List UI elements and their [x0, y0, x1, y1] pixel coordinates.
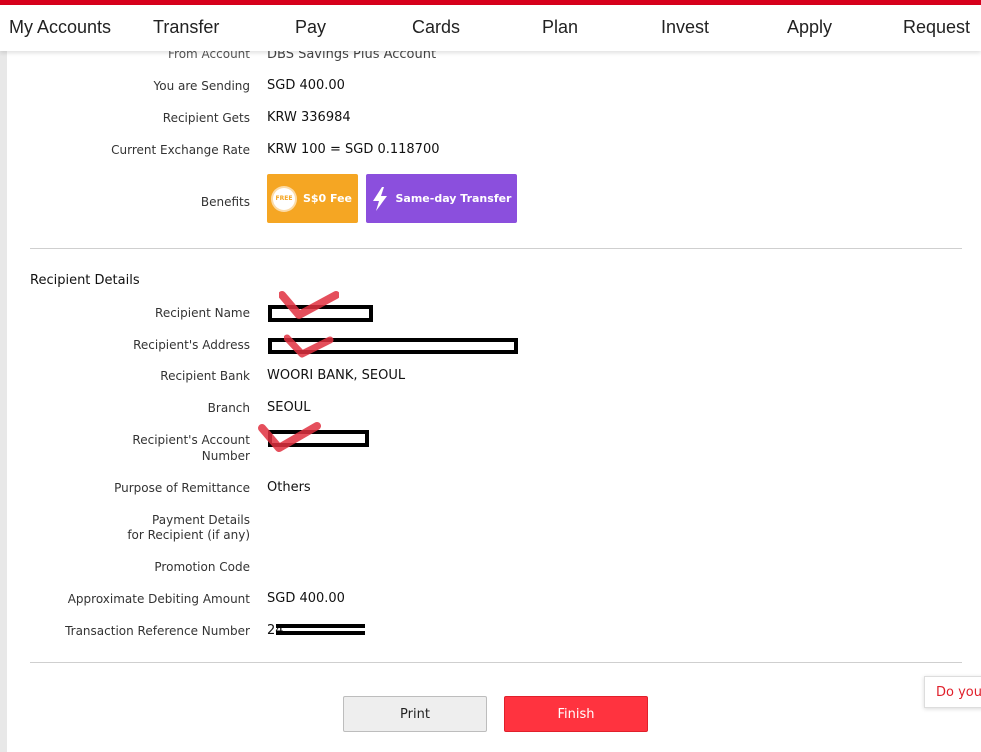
payment-details-label-line1: Payment Details: [152, 513, 250, 527]
sending-value: SGD 400.00: [267, 78, 345, 93]
recipient-gets-label: Recipient Gets: [162, 111, 250, 125]
same-day-transfer-label: Same-day Transfer: [395, 192, 512, 205]
main-navigation: My Accounts Transfer Pay Cards Plan Inve…: [0, 5, 981, 51]
finish-button[interactable]: Finish: [504, 696, 648, 732]
reference-number-label: Transaction Reference Number: [65, 624, 250, 638]
promotion-code-label: Promotion Code: [154, 560, 250, 574]
red-check-icon: [258, 422, 321, 452]
recipient-gets-value: KRW 336984: [267, 110, 351, 125]
sending-label: You are Sending: [153, 79, 251, 93]
debit-amount-value: SGD 400.00: [267, 591, 345, 606]
nav-request[interactable]: Request: [903, 17, 970, 38]
exchange-rate-value: KRW 100 = SGD 0.118700: [267, 142, 440, 157]
free-seal-icon: FREE: [272, 187, 295, 210]
nav-pay[interactable]: Pay: [295, 17, 326, 38]
divider: [30, 248, 962, 249]
recipient-address-label: Recipient's Address: [133, 338, 250, 352]
zero-fee-label: S$0 Fee: [302, 192, 353, 205]
account-number-label-line2: Number: [201, 449, 250, 463]
payment-details-label-line2: for Recipient (if any): [127, 528, 250, 542]
print-button[interactable]: Print: [343, 696, 487, 732]
nav-my-accounts[interactable]: My Accounts: [9, 17, 111, 38]
nav-invest[interactable]: Invest: [661, 17, 709, 38]
nav-plan[interactable]: Plan: [542, 17, 578, 38]
reference-redaction-top: [276, 624, 365, 628]
same-day-transfer-badge: Same-day Transfer: [366, 174, 517, 223]
purpose-label: Purpose of Remittance: [114, 481, 250, 495]
nav-cards[interactable]: Cards: [412, 17, 460, 38]
exchange-rate-label: Current Exchange Rate: [111, 143, 250, 157]
recipient-details-title: Recipient Details: [30, 273, 140, 288]
account-number-label-line1: Recipient's Account: [132, 433, 250, 447]
help-prompt-tab[interactable]: Do you: [924, 676, 981, 708]
debit-amount-label: Approximate Debiting Amount: [67, 592, 250, 606]
lightning-icon: [372, 186, 387, 211]
recipient-name-label: Recipient Name: [155, 306, 250, 320]
benefits-label: Benefits: [200, 195, 250, 209]
divider: [30, 662, 962, 663]
purpose-value: Others: [267, 480, 311, 495]
red-check-icon: [284, 334, 334, 358]
nav-apply[interactable]: Apply: [787, 17, 832, 38]
transfer-confirmation: From Account DBS Savings Plus Account Yo…: [0, 0, 981, 752]
branch-label: Branch: [207, 401, 250, 415]
recipient-bank-label: Recipient Bank: [160, 369, 250, 383]
red-check-icon: [279, 291, 339, 319]
branch-value: SEOUL: [267, 400, 311, 415]
zero-fee-badge: FREE S$0 Fee: [267, 174, 358, 223]
nav-transfer[interactable]: Transfer: [153, 17, 219, 38]
recipient-bank-value: WOORI BANK, SEOUL: [267, 368, 406, 383]
reference-redaction-bottom: [276, 631, 365, 635]
